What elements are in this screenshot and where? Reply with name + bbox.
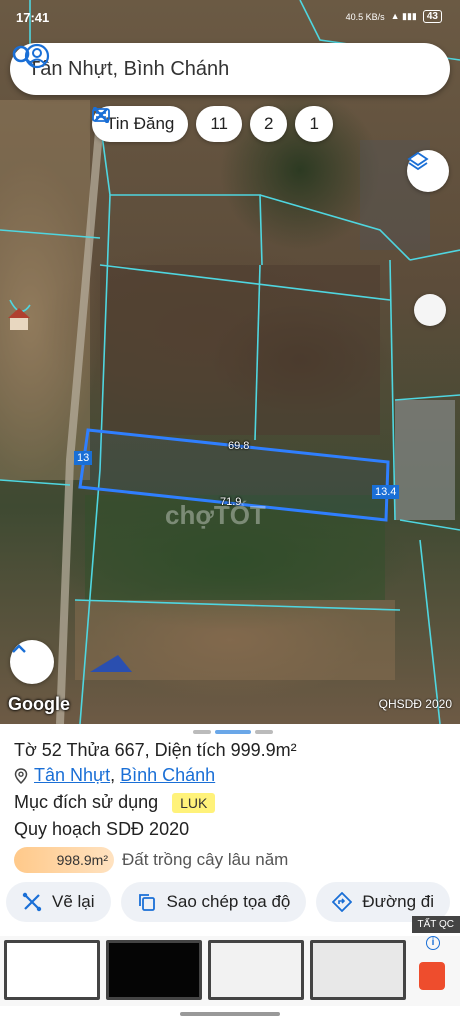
chevron-up-icon: [12, 644, 26, 653]
sheet-handle[interactable]: [193, 730, 273, 734]
redraw-icon: [22, 892, 42, 912]
plan-area-bar: 998.9m²: [14, 847, 114, 873]
chip-label: 1: [309, 114, 319, 133]
ad-thumbnail-3[interactable]: [208, 940, 304, 1000]
plan-label: Quy hoạch SDĐ 2020: [14, 819, 190, 839]
chip-label: Tin Đăng: [106, 114, 175, 133]
copy-icon: [138, 894, 155, 911]
land-purpose-row: Mục đích sử dụng LUK: [14, 792, 216, 813]
compass-button[interactable]: [414, 294, 446, 326]
redraw-label: Vẽ lại: [52, 892, 95, 911]
status-icons: 40.5 KB/s ▲ ▮▮▮ 43: [346, 10, 442, 23]
purpose-label: Mục đích sử dụng: [14, 792, 159, 812]
ad-thumbnail-4[interactable]: [310, 940, 406, 1000]
purpose-code-badge: LUK: [172, 792, 216, 813]
status-bar: 17:41 40.5 KB/s ▲ ▮▮▮ 43: [0, 0, 460, 36]
dimension-label-left: 13: [74, 451, 93, 465]
ad-info-icon[interactable]: i: [426, 936, 440, 950]
plan-land-type: Đất trồng cây lâu năm: [122, 850, 289, 869]
parcel-title: Tờ 52 Thửa 667, Diện tích 999.9m²: [14, 740, 297, 760]
search-icon[interactable]: [10, 43, 36, 69]
layer-label: QHSDĐ 2020: [378, 697, 452, 711]
signal-icon: ▲ ▮▮▮: [390, 11, 417, 21]
layers-icon: [407, 151, 429, 171]
chip-measure-11[interactable]: 11: [93, 106, 243, 142]
expand-sheet-button[interactable]: [10, 640, 54, 684]
status-time: 17:41: [16, 10, 50, 25]
ward-link[interactable]: Tân Nhựt: [34, 765, 110, 785]
chip-label: 2: [264, 114, 274, 133]
battery-icon: 43: [422, 10, 442, 23]
map-view[interactable]: chợTỐT 69.8 71.9 13 13.4 17:41 40.5 KB/s…: [0, 0, 460, 724]
chip-measure-2[interactable]: 2: [93, 106, 288, 142]
search-input[interactable]: Tân Nhựt, Bình Chánh: [28, 58, 450, 81]
ad-thumbnail-1[interactable]: [4, 940, 100, 1000]
shopping-bag-icon[interactable]: [419, 962, 445, 990]
layers-button[interactable]: [407, 150, 449, 192]
dimension-label-right: 13.4: [372, 485, 400, 499]
action-buttons: Vẽ lại Sao chép tọa độ Đường đi: [6, 882, 451, 922]
dimension-label-top: 69.8: [228, 440, 250, 452]
ad-banner[interactable]: TẤT QC i: [0, 916, 460, 1006]
directions-icon: [332, 892, 353, 912]
ad-tag[interactable]: TẤT QC: [411, 916, 460, 933]
ad-thumbnail-2[interactable]: [106, 940, 202, 1000]
chip-measure-1[interactable]: 1: [93, 106, 333, 142]
directions-label: Đường đi: [362, 892, 435, 911]
dimension-label-bottom: 71.9: [220, 496, 242, 508]
location-separator: ,: [110, 765, 116, 785]
location-pin-icon: [14, 767, 28, 784]
google-logo: Google: [8, 694, 70, 714]
copy-coordinates-label: Sao chép tọa độ: [166, 892, 291, 911]
parcel-location: Tân Nhựt, Bình Chánh: [14, 765, 215, 786]
measure-icon: [93, 107, 109, 123]
watermark-text: chợTỐT: [165, 500, 266, 530]
plan-detail-row: 998.9m² Đất trồng cây lâu năm: [14, 847, 288, 873]
district-link[interactable]: Bình Chánh: [120, 765, 215, 785]
gesture-bar[interactable]: [180, 1012, 280, 1016]
copy-coordinates-button[interactable]: Sao chép tọa độ: [120, 882, 307, 922]
chip-label: 11: [210, 114, 229, 133]
filter-chips: Tin Đăng 11 2 1: [92, 106, 333, 142]
redraw-button[interactable]: Vẽ lại: [6, 882, 111, 922]
search-bar[interactable]: Tân Nhựt, Bình Chánh: [10, 43, 450, 95]
network-speed: 40.5 KB/s: [345, 11, 385, 22]
